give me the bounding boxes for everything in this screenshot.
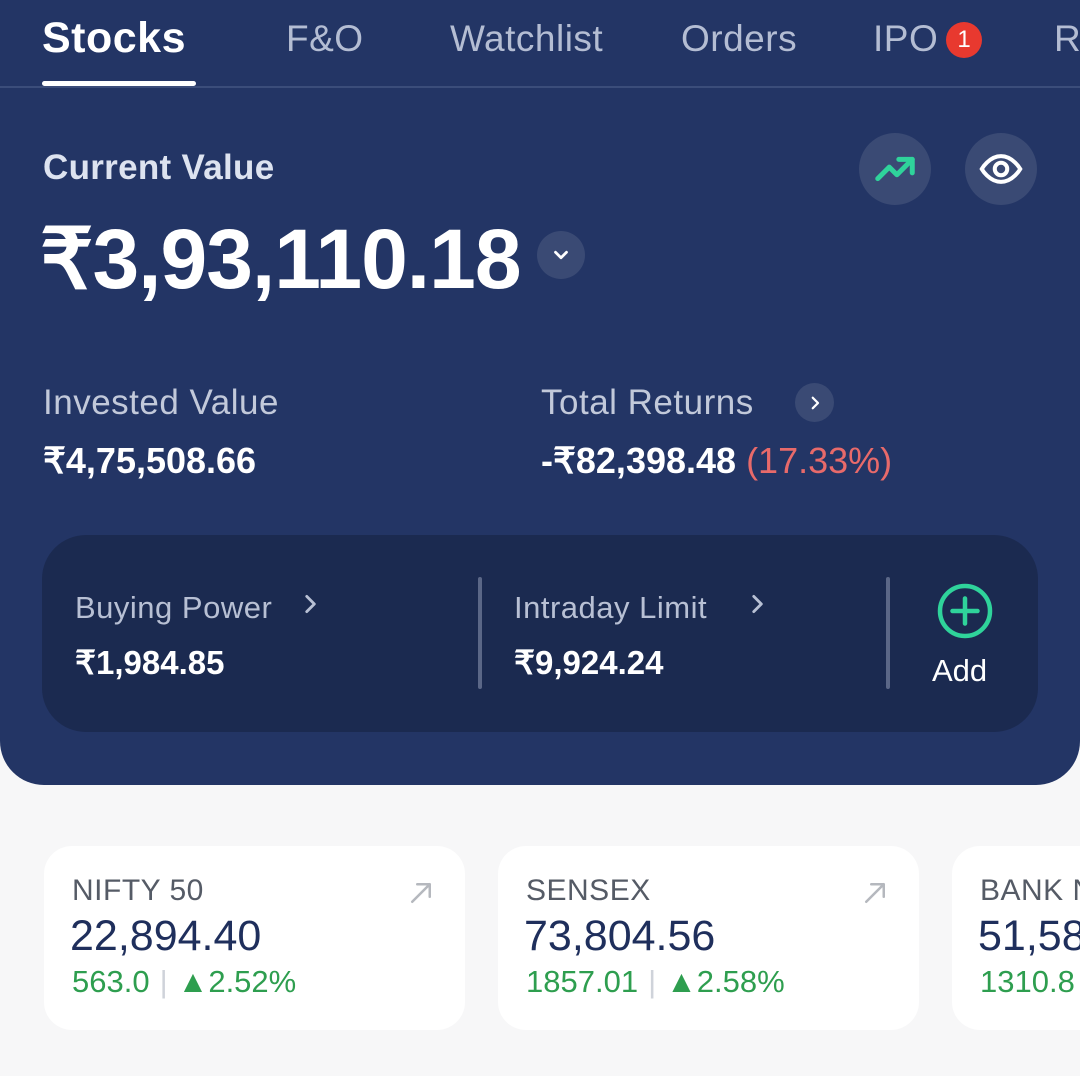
divider — [886, 577, 890, 689]
invested-value-label: Invested Value — [43, 383, 279, 422]
expand-value-button[interactable] — [537, 231, 585, 279]
index-name: NIFTY 50 — [72, 874, 204, 907]
index-change-percent: ▲2.52% — [177, 964, 297, 999]
chevron-down-icon — [554, 250, 568, 260]
total-returns-percent: (17.33%) — [746, 440, 893, 481]
chevron-right-icon[interactable] — [744, 591, 770, 617]
total-returns-value: -₹82,398.48 (17.33%) — [541, 440, 892, 482]
index-change-percent: ▲2.58% — [666, 964, 785, 999]
index-change-points: 1857.01 — [526, 964, 639, 999]
index-value: 73,804.56 — [524, 912, 716, 960]
separator: | — [159, 964, 168, 999]
buying-power-amount: ₹1,984.85 — [75, 644, 225, 681]
arrow-up-right-icon — [411, 883, 431, 903]
toggle-visibility-button[interactable] — [965, 133, 1037, 205]
add-funds-button[interactable]: Add — [912, 575, 1012, 695]
index-change-points: 1310.8 — [980, 964, 1075, 999]
total-returns-details-button[interactable] — [795, 383, 834, 422]
invested-value-amount: ₹4,75,508.66 — [43, 440, 257, 481]
index-name: SENSEX — [526, 874, 651, 907]
index-change: 1310.8 — [980, 964, 1075, 1000]
index-change: 563.0 | ▲2.52% — [72, 964, 296, 1000]
index-value: 51,58 — [978, 912, 1080, 960]
intraday-limit-amount: ₹9,924.24 — [514, 644, 664, 681]
tab-watchlist[interactable]: Watchlist — [450, 18, 603, 60]
index-card-nifty[interactable]: NIFTY 50 22,894.40 563.0 | ▲2.52% — [44, 846, 465, 1030]
tab-bar: Stocks F&O Watchlist Orders IPO 1 R — [0, 0, 1080, 88]
divider — [478, 577, 482, 689]
total-returns-label: Total Returns — [541, 383, 754, 422]
tab-next-partial[interactable]: R — [1054, 18, 1080, 60]
current-value-amount: ₹3,93,110.18 — [40, 212, 522, 306]
intraday-limit-label[interactable]: Intraday Limit — [514, 590, 707, 626]
buying-power-panel: Buying Power ₹1,984.85 Intraday Limit ₹9… — [42, 535, 1038, 732]
add-funds-label: Add — [932, 653, 988, 688]
index-change-points: 563.0 — [72, 964, 150, 999]
performance-button[interactable] — [859, 133, 931, 205]
eye-icon — [979, 154, 1023, 184]
index-card-banknifty[interactable]: BANK NIFTY 51,58 1310.8 — [952, 846, 1080, 1030]
separator: | — [648, 964, 657, 999]
tab-stocks[interactable]: Stocks — [42, 14, 186, 63]
tab-fno[interactable]: F&O — [286, 18, 364, 60]
chevron-right-icon — [811, 396, 819, 409]
trending-up-icon — [875, 156, 915, 182]
chevron-right-icon[interactable] — [297, 591, 323, 617]
tab-ipo[interactable]: IPO — [873, 18, 938, 60]
current-value-label: Current Value — [43, 148, 275, 187]
ipo-count-badge: 1 — [946, 22, 982, 58]
plus-circle-icon — [937, 583, 993, 639]
index-value: 22,894.40 — [70, 912, 262, 960]
index-name: BANK NIFTY — [980, 874, 1080, 907]
total-returns-amount: -₹82,398.48 — [541, 440, 737, 481]
arrow-up-right-icon — [865, 883, 885, 903]
portfolio-header: Stocks F&O Watchlist Orders IPO 1 R Curr… — [0, 0, 1080, 785]
active-tab-indicator — [42, 81, 196, 86]
index-card-sensex[interactable]: SENSEX 73,804.56 1857.01 | ▲2.58% — [498, 846, 919, 1030]
buying-power-label[interactable]: Buying Power — [75, 590, 272, 626]
index-change: 1857.01 | ▲2.58% — [526, 964, 785, 1000]
tab-orders[interactable]: Orders — [681, 18, 797, 60]
